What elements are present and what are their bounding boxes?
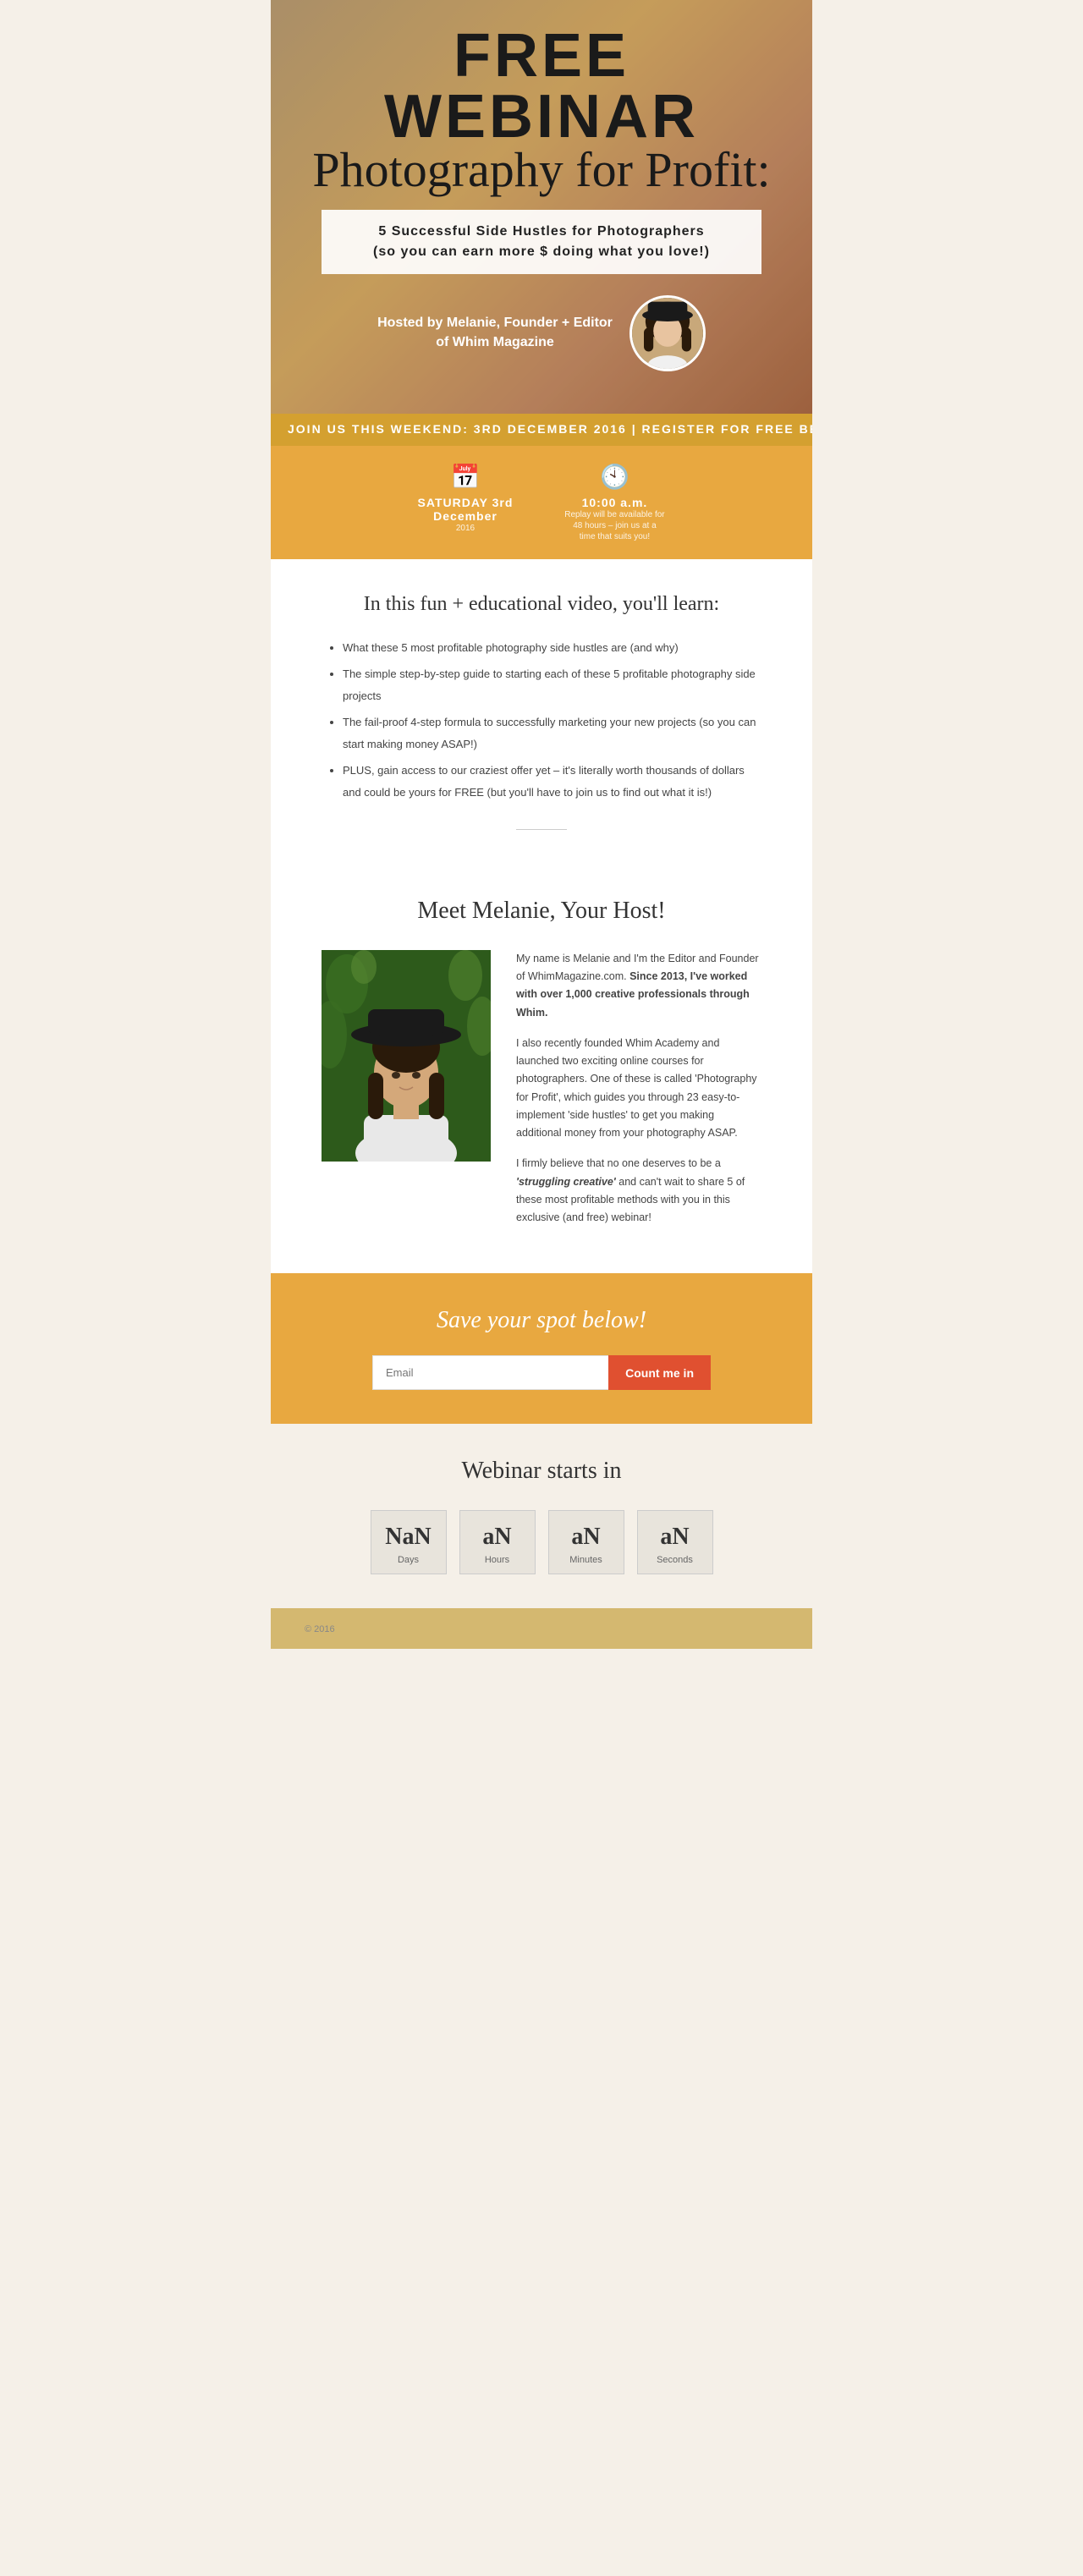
- count-me-in-button[interactable]: Count me in: [608, 1355, 711, 1390]
- countdown-boxes: NaN Days aN Hours aN Minutes aN Seconds: [322, 1510, 761, 1574]
- schedule-year: 2016: [418, 523, 514, 534]
- hero-host-line1: Hosted by Melanie, Founder + Editor: [377, 314, 613, 332]
- footer: © 2016: [271, 1608, 812, 1649]
- cta-title: Save your spot below!: [322, 1307, 761, 1334]
- minutes-value: aN: [558, 1524, 615, 1551]
- schedule-date-sub: December: [418, 509, 514, 523]
- seconds-value: aN: [646, 1524, 704, 1551]
- schedule-time-sub: Replay will be available for 48 hours – …: [563, 509, 665, 542]
- schedule-date-main: SATURDAY 3rd: [418, 496, 514, 509]
- countdown-seconds: aN Seconds: [637, 1510, 713, 1574]
- countdown-minutes: aN Minutes: [548, 1510, 624, 1574]
- countdown-hours: aN Hours: [459, 1510, 536, 1574]
- cta-section: Save your spot below! Count me in: [271, 1273, 812, 1424]
- learn-list: What these 5 most profitable photography…: [322, 637, 761, 804]
- bio-p3-italic: 'struggling creative': [516, 1176, 616, 1188]
- countdown-title: Webinar starts in: [322, 1458, 761, 1485]
- ticker-text: JOIN US THIS WEEKEND: 3RD DECEMBER 2016 …: [271, 422, 812, 436]
- learn-section: In this fun + educational video, you'll …: [271, 559, 812, 889]
- days-label: Days: [380, 1555, 437, 1565]
- minutes-label: Minutes: [558, 1555, 615, 1565]
- footer-copyright: © 2016: [305, 1624, 335, 1634]
- countdown-section: Webinar starts in NaN Days aN Hours aN M…: [271, 1424, 812, 1608]
- avatar: [629, 295, 706, 371]
- bio-p3-pre: I firmly believe that no one deserves to…: [516, 1157, 721, 1169]
- hero-content: FREE WEBINAR Photography for Profit: 5 S…: [271, 0, 812, 397]
- hero-title-free: FREE WEBINAR: [305, 25, 778, 147]
- meet-section: Meet Melanie, Your Host!: [271, 889, 812, 1274]
- host-photo-svg: [322, 950, 491, 1162]
- host-avatar-svg: [632, 295, 703, 371]
- cta-form: Count me in: [372, 1355, 711, 1390]
- list-item: What these 5 most profitable photography…: [343, 637, 761, 659]
- meet-title: Meet Melanie, Your Host!: [322, 898, 761, 925]
- hero-title-script: Photography for Profit:: [305, 143, 778, 197]
- section-divider: [516, 829, 567, 830]
- hero-host-line2: of Whim Magazine: [377, 333, 613, 352]
- schedule-bar: 📅 SATURDAY 3rd December 2016 🕙 10:00 a.m…: [271, 446, 812, 559]
- days-value: NaN: [380, 1524, 437, 1551]
- countdown-days: NaN Days: [371, 1510, 447, 1574]
- bio-text: My name is Melanie and I'm the Editor an…: [516, 950, 761, 1240]
- hours-label: Hours: [469, 1555, 526, 1565]
- meet-content: My name is Melanie and I'm the Editor an…: [322, 950, 761, 1240]
- list-item: The fail-proof 4-step formula to success…: [343, 711, 761, 755]
- email-field[interactable]: [372, 1355, 608, 1390]
- clock-icon: 🕙: [563, 463, 665, 492]
- hero-subtitle-box: 5 Successful Side Hustles for Photograph…: [322, 210, 761, 274]
- hero-subtitle-line1: 5 Successful Side Hustles for Photograph…: [347, 222, 736, 242]
- ticker-bar: JOIN US THIS WEEKEND: 3RD DECEMBER 2016 …: [271, 414, 812, 446]
- bio-para-1: My name is Melanie and I'm the Editor an…: [516, 950, 761, 1022]
- calendar-icon: 📅: [418, 463, 514, 492]
- list-item: PLUS, gain access to our craziest offer …: [343, 760, 761, 804]
- schedule-date-item: 📅 SATURDAY 3rd December 2016: [418, 463, 514, 534]
- bio-para-3: I firmly believe that no one deserves to…: [516, 1155, 761, 1227]
- hero-subtitle-line2: (so you can earn more $ doing what you l…: [347, 242, 736, 262]
- schedule-time-main: 10:00 a.m.: [563, 496, 665, 509]
- schedule-time-item: 🕙 10:00 a.m. Replay will be available fo…: [563, 463, 665, 542]
- hero-host-section: Hosted by Melanie, Founder + Editor of W…: [305, 287, 778, 380]
- bio-para-2: I also recently founded Whim Academy and…: [516, 1035, 761, 1143]
- hero-section: FREE WEBINAR Photography for Profit: 5 S…: [271, 0, 812, 414]
- host-photo: [322, 950, 491, 1162]
- hours-value: aN: [469, 1524, 526, 1551]
- learn-section-title: In this fun + educational video, you'll …: [322, 593, 761, 616]
- seconds-label: Seconds: [646, 1555, 704, 1565]
- hero-host-text-block: Hosted by Melanie, Founder + Editor of W…: [377, 314, 613, 352]
- list-item: The simple step-by-step guide to startin…: [343, 663, 761, 707]
